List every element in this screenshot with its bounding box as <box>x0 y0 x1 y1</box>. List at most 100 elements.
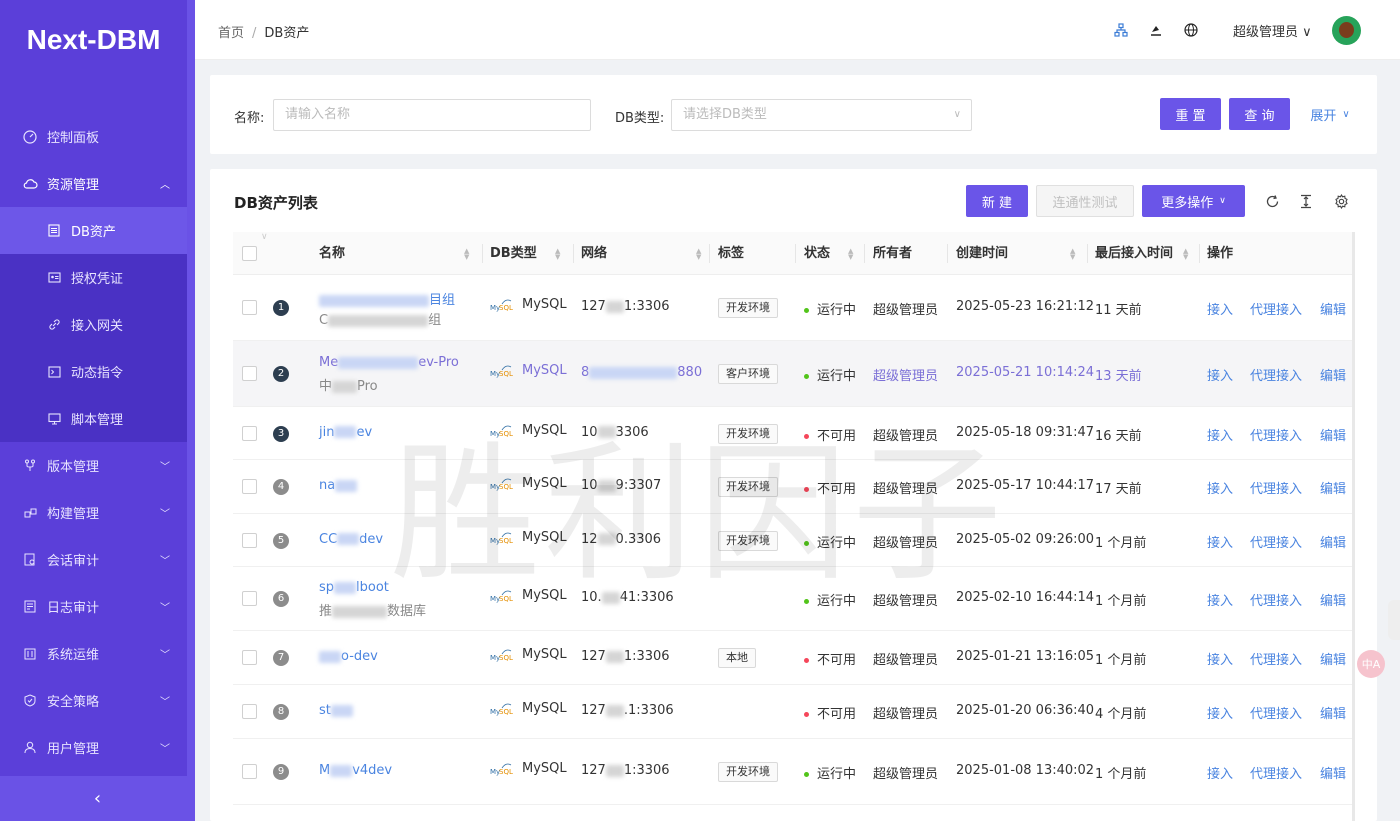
connect-link[interactable]: 接入 <box>1207 478 1233 497</box>
connect-link[interactable]: 接入 <box>1207 425 1233 444</box>
expand-button[interactable]: 展开 ∨ <box>1302 98 1358 130</box>
name-input[interactable]: 请输入名称 <box>273 99 591 131</box>
asset-name-link[interactable]: o-dev <box>319 649 378 664</box>
sidebar-item-users[interactable]: 用户管理 ﹀ <box>0 724 187 771</box>
edit-link[interactable]: 编辑 <box>1320 703 1346 722</box>
column-name[interactable]: 名称 ▲ ▼ <box>319 232 469 275</box>
row-checkbox[interactable] <box>242 425 257 441</box>
sidebar-item-session-audit[interactable]: 会话审计 ﹀ <box>0 536 187 583</box>
globe-icon[interactable] <box>1183 22 1199 38</box>
sidebar-item-builds[interactable]: 构建管理 ﹀ <box>0 489 187 536</box>
owner: 超级管理员 <box>873 594 939 609</box>
asset-name-link[interactable]: sp lboot <box>319 580 389 595</box>
edit-link[interactable]: 编辑 <box>1320 649 1346 668</box>
side-tab[interactable] <box>1388 600 1400 640</box>
proxy-connect-link[interactable]: 代理接入 <box>1250 478 1302 497</box>
scrollbar[interactable] <box>1352 232 1355 821</box>
connect-link[interactable]: 接入 <box>1207 763 1233 782</box>
sidebar-item-credentials[interactable]: 授权凭证 <box>0 254 187 301</box>
theme-icon[interactable] <box>1148 22 1164 38</box>
query-button[interactable]: 查 询 <box>1229 98 1290 130</box>
env-tag: 客户环境 <box>718 364 778 384</box>
sidebar-item-security[interactable]: 安全策略 ﹀ <box>0 677 187 724</box>
proxy-connect-link[interactable]: 代理接入 <box>1250 425 1302 444</box>
owner: 超级管理员 <box>873 707 939 722</box>
user-menu[interactable]: 超级管理员 ∨ <box>1233 21 1312 40</box>
sidebar-item-ops[interactable]: 系统运维 ﹀ <box>0 630 187 677</box>
asset-name-link[interactable]: CC dev <box>319 532 383 547</box>
type-select[interactable]: 请选择DB类型 ∨ <box>671 99 972 131</box>
new-button[interactable]: 新 建 <box>966 185 1028 217</box>
connect-link[interactable]: 接入 <box>1207 590 1233 609</box>
owner: 超级管理员 <box>873 369 939 384</box>
proxy-connect-link[interactable]: 代理接入 <box>1250 365 1302 384</box>
proxy-connect-link[interactable]: 代理接入 <box>1250 703 1302 722</box>
row-checkbox[interactable] <box>242 704 257 719</box>
sidebar-item-resources[interactable]: 资源管理 ︿ <box>0 160 187 207</box>
chevron-down-icon: ﹀ <box>160 744 170 755</box>
chevron-down-icon[interactable]: ∨ <box>261 232 268 242</box>
cluster-icon[interactable] <box>1113 22 1129 38</box>
mysql-icon: My SQL <box>490 477 513 491</box>
connect-link[interactable]: 接入 <box>1207 299 1233 318</box>
edit-link[interactable]: 编辑 <box>1320 478 1346 497</box>
asset-name-link[interactable]: Me ev-Pro <box>319 355 459 370</box>
env-tag: 开发环境 <box>718 762 778 782</box>
row-checkbox[interactable] <box>242 764 257 779</box>
column-network[interactable]: 网络 ▲ ▼ <box>581 232 701 275</box>
network-suffix: 1:3306 <box>623 299 670 314</box>
column-last-access[interactable]: 最后接入时间 ▲ ▼ <box>1095 232 1188 275</box>
reset-button[interactable]: 重 置 <box>1160 98 1221 130</box>
edit-link[interactable]: 编辑 <box>1320 425 1346 444</box>
row-checkbox[interactable] <box>242 591 257 606</box>
proxy-connect-link[interactable]: 代理接入 <box>1250 649 1302 668</box>
sidebar-item-dashboard[interactable]: 控制面板 <box>0 113 187 160</box>
created-time: 2025-05-23 16:21:12 <box>956 299 1095 314</box>
asset-name-link[interactable]: 目组 <box>319 289 455 308</box>
row-checkbox[interactable] <box>242 650 257 665</box>
column-created[interactable]: 创建时间 ▲ ▼ <box>956 232 1075 275</box>
sidebar-item-commands[interactable]: 动态指令 <box>0 348 187 395</box>
gear-icon[interactable] <box>1332 192 1350 210</box>
column-status[interactable]: 状态 ▲ ▼ <box>804 232 853 275</box>
asset-name-suffix: v4dev <box>352 763 393 778</box>
asset-name-link[interactable]: st <box>319 703 353 718</box>
column-db-type[interactable]: DB类型 ▲ ▼ <box>490 232 560 275</box>
edit-link[interactable]: 编辑 <box>1320 365 1346 384</box>
connect-link[interactable]: 接入 <box>1207 365 1233 384</box>
sidebar-item-scripts[interactable]: 脚本管理 <box>0 395 187 442</box>
sidebar-item-versions[interactable]: 版本管理 ﹀ <box>0 442 187 489</box>
connect-link[interactable]: 接入 <box>1207 532 1233 551</box>
more-actions-button[interactable]: 更多操作 ∨ <box>1142 185 1245 217</box>
assistant-icon[interactable]: 中A <box>1357 650 1385 678</box>
avatar[interactable] <box>1332 16 1361 45</box>
asset-name-link[interactable]: jin ev <box>319 425 372 440</box>
asset-name-link[interactable]: na <box>319 478 358 493</box>
edit-link[interactable]: 编辑 <box>1320 763 1346 782</box>
proxy-connect-link[interactable]: 代理接入 <box>1250 763 1302 782</box>
density-icon[interactable] <box>1297 192 1315 210</box>
breadcrumb-home[interactable]: 首页 <box>218 26 244 41</box>
proxy-connect-link[interactable]: 代理接入 <box>1250 299 1302 318</box>
proxy-connect-link[interactable]: 代理接入 <box>1250 532 1302 551</box>
connectivity-test-button[interactable]: 连通性测试 <box>1036 185 1134 217</box>
proxy-connect-link[interactable]: 代理接入 <box>1250 590 1302 609</box>
row-checkbox[interactable] <box>242 300 257 315</box>
status-text: 运行中 <box>817 369 857 384</box>
edit-link[interactable]: 编辑 <box>1320 299 1346 318</box>
row-checkbox[interactable] <box>242 532 257 548</box>
select-all-checkbox[interactable] <box>242 246 257 261</box>
sidebar-item-gateway[interactable]: 接入网关 <box>0 301 187 348</box>
edit-link[interactable]: 编辑 <box>1320 532 1346 551</box>
status-dot <box>804 772 809 777</box>
connect-link[interactable]: 接入 <box>1207 703 1233 722</box>
connect-link[interactable]: 接入 <box>1207 649 1233 668</box>
edit-link[interactable]: 编辑 <box>1320 590 1346 609</box>
row-checkbox[interactable] <box>242 366 257 381</box>
sidebar-item-log-audit[interactable]: 日志审计 ﹀ <box>0 583 187 630</box>
sidebar-item-db-assets[interactable]: DB资产 <box>0 207 187 254</box>
row-checkbox[interactable] <box>242 479 257 494</box>
asset-name-link[interactable]: Mv4dev <box>319 763 392 778</box>
refresh-icon[interactable] <box>1263 192 1281 210</box>
collapse-sidebar-button[interactable]: ‹ <box>0 776 195 821</box>
